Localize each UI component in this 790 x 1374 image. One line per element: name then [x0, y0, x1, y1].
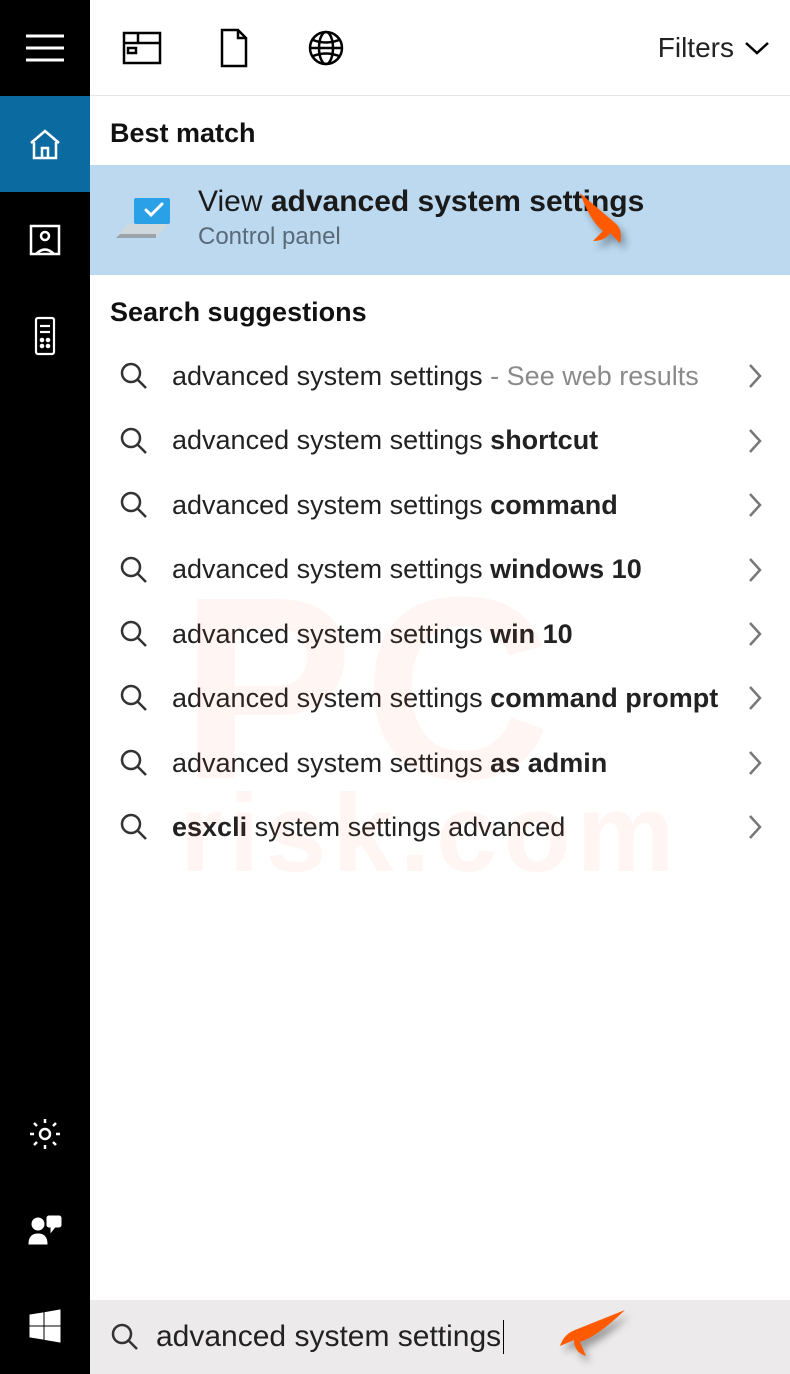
filters-label: Filters — [658, 32, 734, 64]
suggestion-text: advanced system settings windows 10 — [172, 551, 722, 587]
suggestion-item[interactable]: advanced system settings win 10 — [90, 602, 790, 666]
person-chat-icon — [27, 1214, 63, 1246]
suggestion-item[interactable]: advanced system settings command prompt — [90, 666, 790, 730]
search-icon — [114, 812, 154, 842]
suggestion-item[interactable]: advanced system settings as admin — [90, 731, 790, 795]
search-icon — [114, 619, 154, 649]
chevron-down-icon — [744, 40, 770, 56]
suggestions-label: Search suggestions — [90, 275, 790, 344]
annotation-arrow-icon — [550, 1300, 630, 1362]
remote-icon — [33, 316, 57, 356]
chevron-right-icon — [740, 490, 770, 520]
system-icon — [110, 188, 180, 248]
text-caret — [503, 1320, 504, 1354]
gear-icon — [27, 1116, 63, 1152]
search-icon — [114, 748, 154, 778]
search-icon — [110, 1322, 140, 1352]
best-match-title-light: View — [198, 185, 271, 218]
filter-apps-button[interactable] — [110, 16, 174, 80]
suggestion-text: advanced system settings command — [172, 487, 722, 523]
filter-web-button[interactable] — [294, 16, 358, 80]
best-match-subtitle: Control panel — [198, 223, 644, 251]
hamburger-menu-button[interactable] — [0, 0, 90, 96]
home-tab[interactable] — [0, 96, 90, 192]
suggestion-item[interactable]: advanced system settings command — [90, 473, 790, 537]
suggestion-text: advanced system settings as admin — [172, 745, 722, 781]
search-icon — [114, 426, 154, 456]
filters-dropdown[interactable]: Filters — [658, 32, 770, 64]
windows-icon — [28, 1309, 62, 1343]
hamburger-icon — [26, 33, 64, 63]
suggestion-text: advanced system settings win 10 — [172, 616, 722, 652]
suggestion-item[interactable]: advanced system settings shortcut — [90, 408, 790, 472]
chevron-right-icon — [740, 555, 770, 585]
left-rail — [0, 0, 90, 1374]
search-query: advanced system settings — [156, 1320, 504, 1354]
chevron-right-icon — [740, 683, 770, 713]
suggestion-text: advanced system settings shortcut — [172, 422, 722, 458]
search-bar[interactable]: advanced system settings — [90, 1300, 790, 1374]
chevron-right-icon — [740, 619, 770, 649]
search-query-text: advanced system settings — [156, 1320, 501, 1354]
chevron-right-icon — [740, 748, 770, 778]
start-button[interactable] — [0, 1278, 90, 1374]
chevron-right-icon — [740, 361, 770, 391]
search-icon — [114, 490, 154, 520]
document-icon — [218, 28, 250, 68]
settings-button[interactable] — [0, 1086, 90, 1182]
suggestion-item[interactable]: esxcli system settings advanced — [90, 795, 790, 859]
best-match-text: View advanced system settings Control pa… — [198, 185, 644, 251]
search-icon — [114, 555, 154, 585]
apps-icon — [122, 31, 162, 65]
best-match-title: View advanced system settings — [198, 185, 644, 219]
feedback-button[interactable] — [0, 1182, 90, 1278]
search-icon — [114, 683, 154, 713]
chevron-right-icon — [740, 812, 770, 842]
best-match-title-bold: advanced system settings — [271, 185, 645, 218]
filter-documents-button[interactable] — [202, 16, 266, 80]
best-match-result[interactable]: View advanced system settings Control pa… — [90, 165, 790, 275]
suggestion-text: advanced system settings command prompt — [172, 680, 722, 716]
globe-icon — [307, 29, 345, 67]
remote-tab[interactable] — [0, 288, 90, 384]
suggestion-text: esxcli system settings advanced — [172, 809, 722, 845]
photos-tab[interactable] — [0, 192, 90, 288]
best-match-label: Best match — [90, 96, 790, 165]
search-icon — [114, 361, 154, 391]
home-icon — [27, 127, 63, 161]
chevron-right-icon — [740, 426, 770, 456]
suggestion-text: advanced system settings - See web resul… — [172, 358, 722, 394]
search-topbar: Filters — [90, 0, 790, 96]
search-pane: Filters Best match View advanced system … — [90, 0, 790, 1374]
suggestion-item[interactable]: advanced system settings windows 10 — [90, 537, 790, 601]
suggestions-list: advanced system settings - See web resul… — [90, 344, 790, 860]
suggestion-item[interactable]: advanced system settings - See web resul… — [90, 344, 790, 408]
photo-icon — [28, 223, 62, 257]
